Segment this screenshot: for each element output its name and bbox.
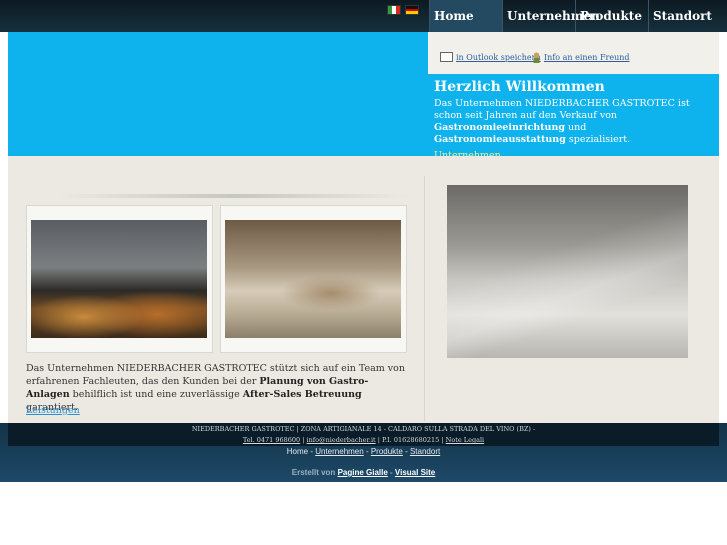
bottom-nav-unternehmen[interactable]: Unternehmen xyxy=(315,447,363,456)
language-switcher xyxy=(387,5,419,15)
footer: NIEDERBACHER GASTROTEC | ZONA ARTIGIANAL… xyxy=(8,423,719,446)
footer-email[interactable]: info@niederbacher.it xyxy=(307,436,376,444)
divider xyxy=(58,194,408,198)
column-separator xyxy=(424,176,425,421)
visual-site-link[interactable]: Visual Site xyxy=(395,468,435,477)
footer-vat: P.I. 01628680215 xyxy=(382,436,440,444)
bottom-nav: Home - Unternehmen - Produkte - Standort xyxy=(286,447,441,456)
bottom-nav-standort[interactable]: Standort xyxy=(410,447,440,456)
nav-unternehmen[interactable]: Unternehmen xyxy=(502,0,600,32)
company-description: Das Unternehmen NIEDERBACHER GASTROTEC s… xyxy=(26,363,405,413)
footer-contact: Tel. 0471 968600 | info@niederbacher.it … xyxy=(242,436,485,444)
nav-produkte[interactable]: Produkte xyxy=(575,0,648,32)
buffet-photo xyxy=(31,220,207,338)
leistungen-link[interactable]: Leistungen xyxy=(26,405,80,416)
nav-home[interactable]: Home xyxy=(429,0,502,32)
restaurant-photo-frame xyxy=(220,205,407,353)
outlook-save-link[interactable]: in Outlook speichern xyxy=(440,52,541,62)
credit-prefix: Erstellt von xyxy=(291,468,336,477)
nav-standort[interactable]: Standort xyxy=(648,0,720,32)
outlook-save-label: in Outlook speichern xyxy=(456,52,541,62)
footer-legal[interactable]: Note Legali xyxy=(446,436,484,444)
main-nav: Home Unternehmen Produkte Standort xyxy=(429,0,720,32)
restaurant-photo xyxy=(225,220,401,338)
bottom-nav-produkte[interactable]: Produkte xyxy=(371,447,403,456)
toolbar: in Outlook speichern Info an einen Freun… xyxy=(428,32,719,74)
italian-flag-icon[interactable] xyxy=(387,5,401,15)
bottom-nav-home[interactable]: Home xyxy=(287,447,308,456)
tell-friend-link[interactable]: Info an einen Freund xyxy=(532,52,630,63)
welcome-section: Herzlich Willkommen Das Unternehmen NIED… xyxy=(434,79,714,161)
german-flag-icon[interactable] xyxy=(405,5,419,15)
pagine-gialle-link[interactable]: Pagine Gialle xyxy=(338,468,388,477)
buffet-photo-frame xyxy=(26,205,213,353)
tell-friend-label: Info an einen Freund xyxy=(544,53,630,62)
welcome-text: Das Unternehmen NIEDERBACHER GASTROTEC i… xyxy=(434,98,690,145)
footer-phone[interactable]: Tel. 0471 968600 xyxy=(243,436,300,444)
credit: Erstellt von Pagine Gialle - Visual Site xyxy=(291,468,436,477)
person-icon xyxy=(532,52,541,63)
contact-card-icon xyxy=(440,52,453,62)
welcome-title: Herzlich Willkommen xyxy=(434,79,605,95)
kitchen-photo xyxy=(447,185,688,358)
footer-address: NIEDERBACHER GASTROTEC | ZONA ARTIGIANAL… xyxy=(191,425,536,433)
